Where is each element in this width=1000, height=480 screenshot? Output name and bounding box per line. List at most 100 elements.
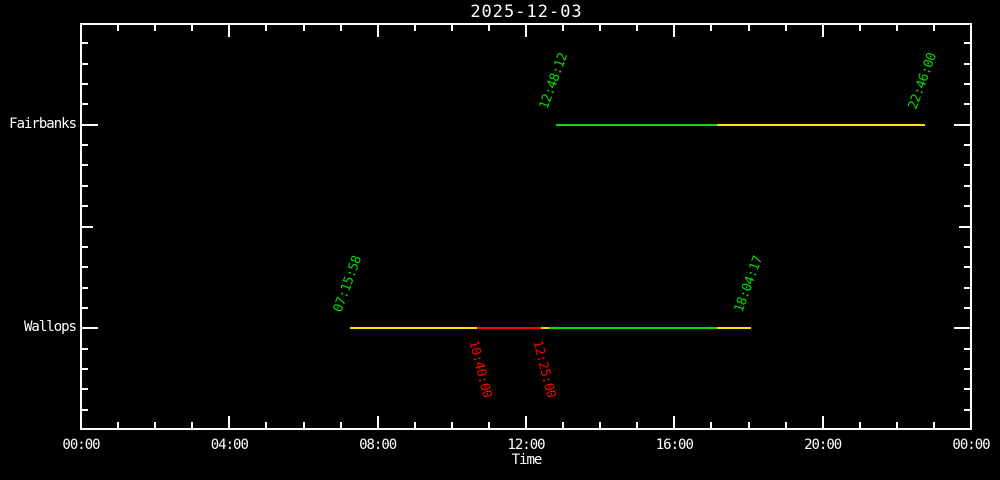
x-minor-tick: [154, 422, 157, 430]
x-minor-tick: [747, 422, 750, 430]
pass-segment: [476, 327, 542, 330]
y-minor-tick: [80, 286, 88, 289]
y-minor-tick: [80, 184, 88, 187]
y-minor-tick: [80, 144, 88, 147]
x-major-tick: [673, 23, 676, 37]
x-major-tick: [821, 416, 824, 430]
x-minor-tick: [117, 23, 120, 31]
y-minor-tick: [80, 103, 88, 106]
x-minor-tick: [302, 23, 305, 31]
x-minor-tick: [487, 422, 490, 430]
x-minor-tick: [191, 422, 194, 430]
plot-frame: [80, 23, 972, 430]
y-major-tick: [954, 327, 972, 330]
x-minor-tick: [784, 422, 787, 430]
x-minor-tick: [636, 23, 639, 31]
pass-segment: [541, 327, 550, 330]
y-minor-tick: [964, 347, 972, 350]
chart-title: 2025-12-03: [470, 2, 583, 22]
x-minor-tick: [858, 422, 861, 430]
x-major-tick: [376, 416, 379, 430]
x-tick-label: 04:00: [210, 437, 249, 453]
y-minor-tick: [80, 225, 93, 228]
y-major-tick: [80, 327, 98, 330]
chart-canvas: 2025-12-03 00:00 04:00 08:00 12:00 16:00 20:0…: [0, 0, 1000, 480]
y-minor-tick: [80, 205, 88, 208]
pass-segment: [717, 123, 926, 126]
x-tick-label: 08:00: [359, 437, 397, 453]
pass-segment: [555, 123, 718, 126]
x-axis-label: Time: [511, 452, 543, 468]
x-tick-label: 00:00: [952, 437, 990, 453]
x-minor-tick: [339, 422, 342, 430]
x-minor-tick: [710, 422, 713, 430]
x-tick-label: 16:00: [655, 437, 694, 453]
y-minor-tick: [964, 144, 972, 147]
x-minor-tick: [636, 422, 639, 430]
y-minor-tick: [80, 62, 88, 65]
y-minor-tick: [80, 83, 88, 86]
y-minor-tick: [80, 388, 88, 391]
x-minor-tick: [932, 23, 935, 31]
x-minor-tick: [413, 23, 416, 31]
y-minor-tick: [959, 225, 972, 228]
x-minor-tick: [265, 422, 268, 430]
x-minor-tick: [562, 23, 565, 31]
x-minor-tick: [599, 422, 602, 430]
x-major-tick: [376, 23, 379, 37]
x-minor-tick: [265, 23, 268, 31]
x-major-tick: [525, 416, 527, 430]
y-minor-tick: [964, 367, 972, 370]
row-label: Fairbanks: [9, 115, 77, 132]
y-minor-tick: [80, 266, 88, 269]
y-minor-tick: [80, 367, 88, 370]
x-tick-label: 00:00: [62, 437, 100, 453]
x-minor-tick: [450, 422, 453, 430]
x-tick-label: 20:00: [804, 437, 842, 453]
y-minor-tick: [964, 266, 972, 269]
y-minor-tick: [964, 42, 972, 45]
y-minor-tick: [964, 388, 972, 391]
y-minor-tick: [80, 42, 88, 45]
x-minor-tick: [747, 23, 750, 31]
pass-segment: [717, 327, 752, 330]
y-minor-tick: [964, 103, 972, 106]
x-minor-tick: [413, 422, 416, 430]
y-major-tick: [80, 123, 98, 126]
y-minor-tick: [80, 164, 88, 167]
x-minor-tick: [487, 23, 490, 31]
x-minor-tick: [895, 23, 898, 31]
x-minor-tick: [154, 23, 157, 31]
y-minor-tick: [80, 408, 88, 411]
row-label: Wallops: [23, 319, 77, 336]
x-minor-tick: [302, 422, 305, 430]
pass-segment: [549, 327, 718, 330]
x-minor-tick: [450, 23, 453, 31]
x-major-tick: [228, 23, 231, 37]
x-major-tick: [821, 23, 824, 37]
x-minor-tick: [562, 422, 565, 430]
pass-segment: [350, 327, 477, 330]
x-major-tick: [228, 416, 231, 430]
x-minor-tick: [858, 23, 861, 31]
x-major-tick: [673, 416, 676, 430]
y-minor-tick: [964, 306, 972, 309]
y-minor-tick: [964, 408, 972, 411]
x-minor-tick: [784, 23, 787, 31]
y-minor-tick: [964, 164, 972, 167]
y-minor-tick: [964, 205, 972, 208]
x-minor-tick: [599, 23, 602, 31]
x-minor-tick: [117, 422, 120, 430]
x-minor-tick: [191, 23, 194, 31]
y-minor-tick: [964, 184, 972, 187]
y-major-tick: [954, 123, 972, 126]
x-minor-tick: [895, 422, 898, 430]
y-minor-tick: [964, 62, 972, 65]
y-minor-tick: [964, 245, 972, 248]
x-minor-tick: [710, 23, 713, 31]
x-minor-tick: [932, 422, 935, 430]
y-minor-tick: [964, 83, 972, 86]
x-tick-label: 12:00: [507, 437, 545, 453]
x-major-tick: [525, 23, 527, 37]
y-minor-tick: [80, 347, 88, 350]
